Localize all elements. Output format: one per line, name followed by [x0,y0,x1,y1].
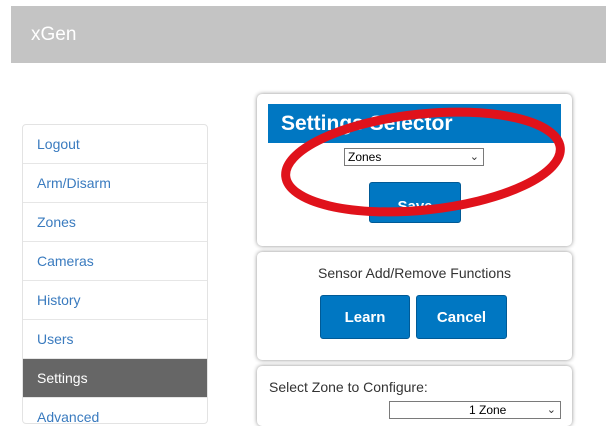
app-title: xGen [31,24,77,45]
sensor-functions-title: Sensor Add/Remove Functions [318,265,511,281]
sidebar-item-cameras[interactable]: Cameras [23,242,207,281]
save-button[interactable]: Save [369,182,461,223]
sidebar-item-history[interactable]: History [23,281,207,320]
top-header-bar: xGen [11,6,606,63]
zone-config-card: Select Zone to Configure: 1 Zone ⌄ [257,366,572,426]
sidebar-item-advanced[interactable]: Advanced [23,398,207,423]
settings-select[interactable]: Zones ⌄ [344,148,484,166]
settings-selector-title: Settings Selector [268,104,561,143]
settings-select-value: Zones [348,150,382,164]
sidebar-item-settings[interactable]: Settings [23,359,207,398]
zone-config-label: Select Zone to Configure: [269,379,428,395]
chevron-down-icon: ⌄ [469,151,479,163]
sidebar-nav: Logout Arm/Disarm Zones Cameras History … [22,124,208,424]
learn-button[interactable]: Learn [320,295,410,339]
sidebar-item-logout[interactable]: Logout [23,125,207,164]
zone-select-value: 1 Zone [469,403,507,417]
zone-select[interactable]: 1 Zone ⌄ [389,401,561,419]
chevron-down-icon: ⌄ [546,404,556,416]
settings-selector-card: Settings Selector Zones ⌄ Save [257,94,572,246]
sidebar-item-arm-disarm[interactable]: Arm/Disarm [23,164,207,203]
cancel-button[interactable]: Cancel [416,295,507,339]
sidebar-item-users[interactable]: Users [23,320,207,359]
sidebar-item-zones[interactable]: Zones [23,203,207,242]
sensor-functions-card: Sensor Add/Remove Functions Learn Cancel [257,252,572,360]
